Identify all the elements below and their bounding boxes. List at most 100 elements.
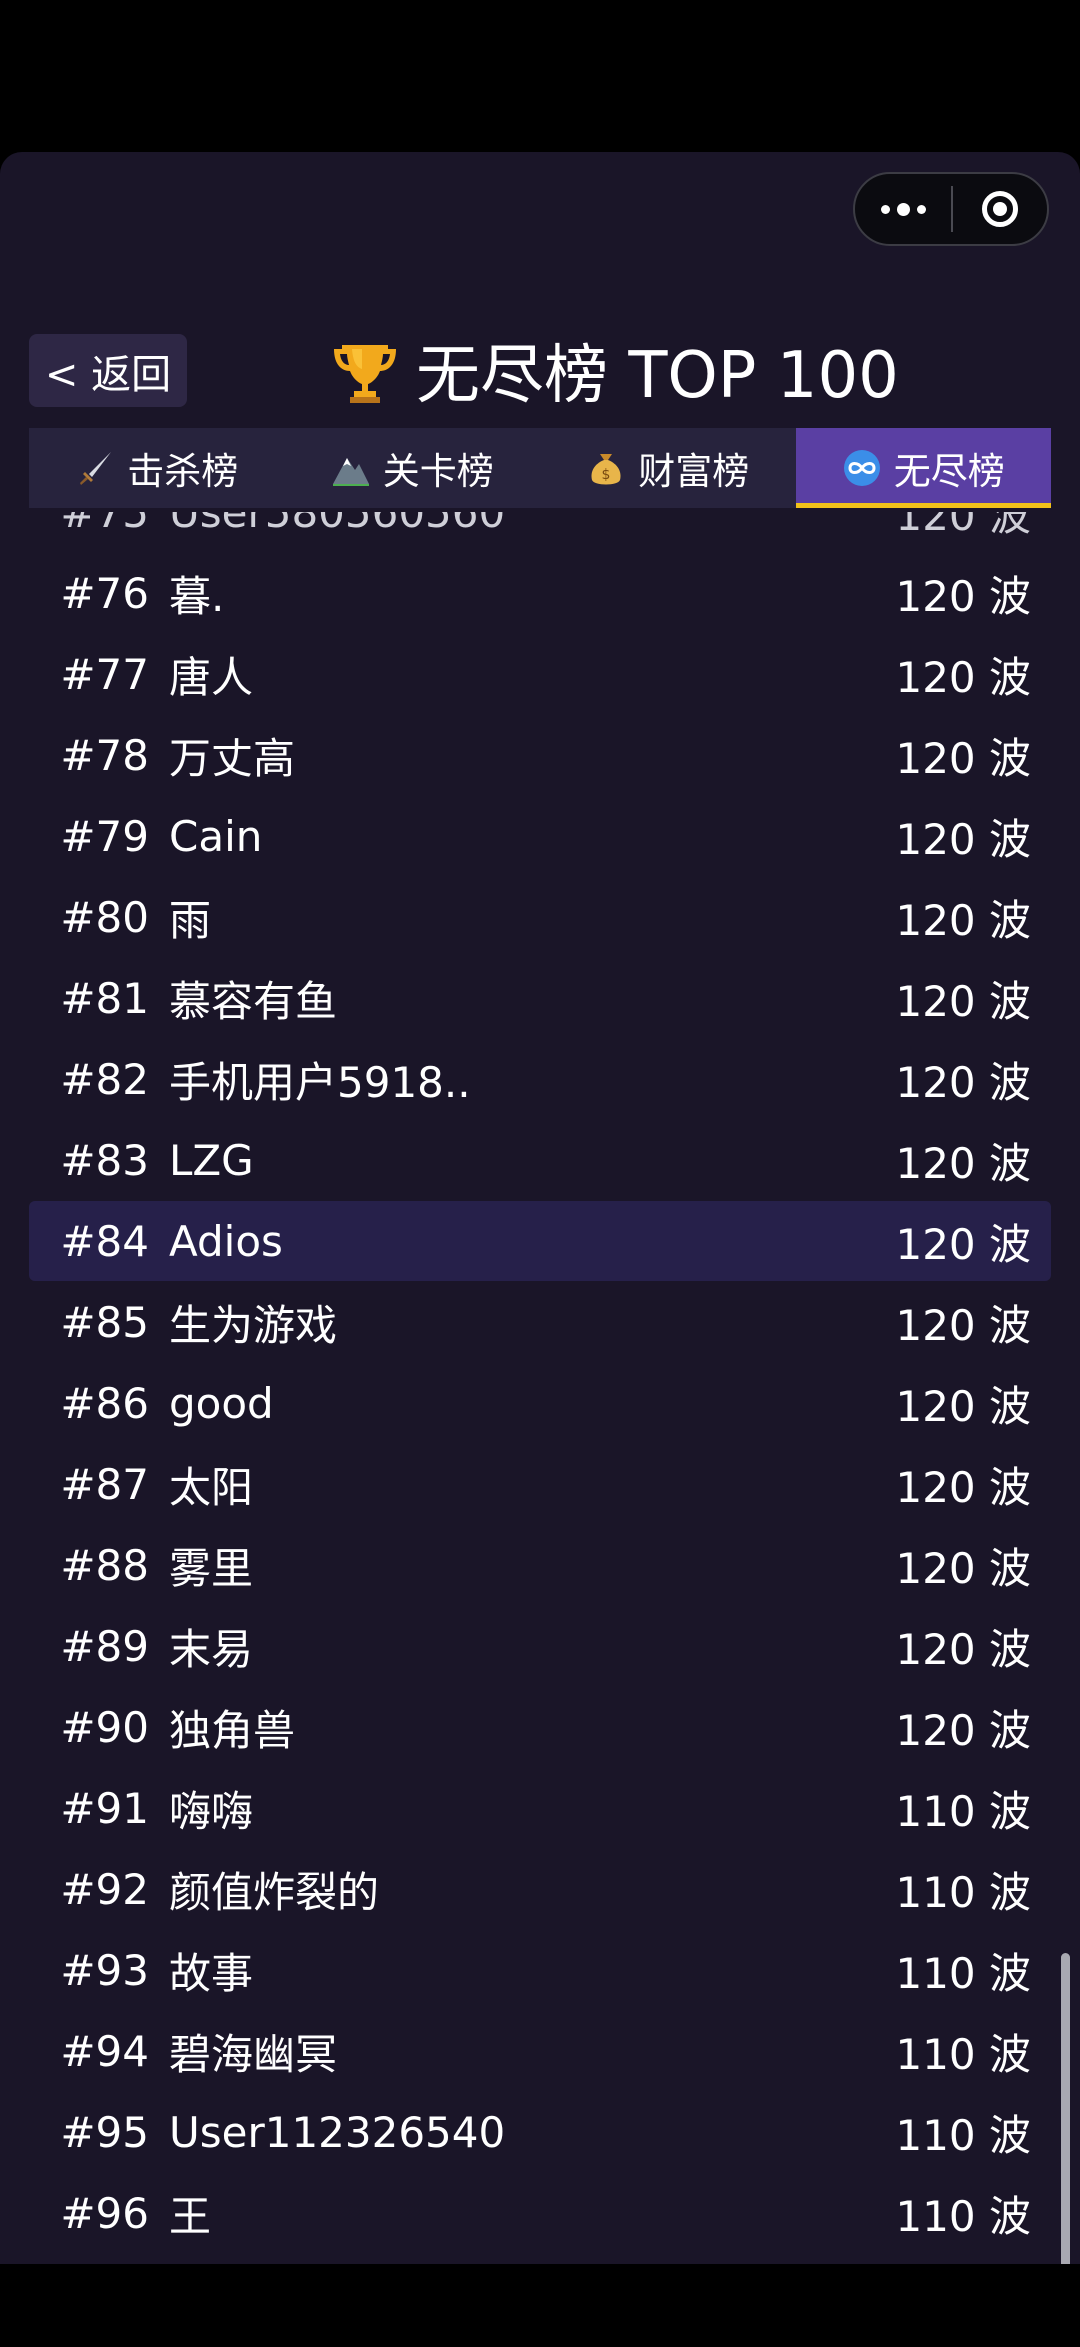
player-name: 手机用户5918.. [169, 1057, 471, 1107]
rank: #86 [60, 1378, 149, 1428]
player-name: 王 [169, 2191, 212, 2241]
player-name: 颜值炸裂的 [169, 1867, 380, 1917]
player-name: 万丈高 [169, 733, 296, 783]
rank: #84 [60, 1216, 149, 1266]
player-name: 碧海幽冥 [169, 2029, 338, 2079]
wave-score: 120 波 [895, 1219, 1031, 1269]
rank: #89 [60, 1621, 149, 1671]
rank: #87 [60, 1459, 149, 1509]
player-name: 末易 [169, 1624, 254, 1674]
mountain-icon [332, 458, 369, 486]
player-name: 雨 [169, 895, 212, 945]
leaderboard-list[interactable]: #75 User580560560 120 波 #76 暮. 120 波 #77 唐人 1… [29, 512, 1051, 2264]
wave-score: 120 波 [895, 1057, 1031, 1107]
list-item: #87 太阳 120 波 [29, 1444, 1051, 1524]
list-item: #76 暮. 120 波 [29, 553, 1051, 633]
list-item: #94 碧海幽冥 110 波 [29, 2011, 1051, 2091]
wave-score: 120 波 [895, 976, 1031, 1026]
rank: #77 [60, 649, 149, 699]
wave-score: 110 波 [895, 1867, 1031, 1917]
rank: #92 [60, 1864, 149, 1914]
wave-score: 120 波 [895, 733, 1031, 783]
player-name: 雾里 [169, 1543, 254, 1593]
list-item: #92 颜值炸裂的 110 波 [29, 1849, 1051, 1929]
wave-score: 120 波 [895, 652, 1031, 702]
wave-score: 110 波 [895, 1948, 1031, 1998]
player-name: LZG [169, 1135, 254, 1185]
list-item: #96 王 110 波 [29, 2173, 1051, 2253]
rank: #79 [60, 811, 149, 861]
wave-score: 110 波 [895, 2029, 1031, 2079]
wave-score: 120 波 [895, 1381, 1031, 1431]
tab-bar: 击杀榜 关卡榜 $ 财富榜 无尽榜 [29, 428, 1051, 508]
tab-endless[interactable]: 无尽榜 [795, 428, 1051, 508]
wave-score: 120 波 [895, 1543, 1031, 1593]
rank: #90 [60, 1702, 149, 1752]
wave-score: 110 波 [895, 2110, 1031, 2160]
money-bag-icon: $ [591, 454, 621, 485]
list-item: #88 雾里 120 波 [29, 1525, 1051, 1605]
list-item: #80 雨 120 波 [29, 877, 1051, 957]
rank: #93 [60, 1945, 149, 1995]
wave-score: 120 波 [895, 1624, 1031, 1674]
player-name: 嗨嗨 [169, 1786, 254, 1836]
rank: #80 [60, 892, 149, 942]
more-button[interactable] [855, 174, 951, 244]
scrollbar[interactable] [1061, 1953, 1070, 2264]
back-button[interactable]: < 返回 [29, 334, 187, 407]
rank: #85 [60, 1297, 149, 1347]
rank: #81 [60, 973, 149, 1023]
title-text: 无尽榜 TOP 100 [416, 339, 899, 413]
list-item: #77 唐人 120 波 [29, 634, 1051, 714]
rank: #76 [60, 568, 149, 618]
tab-wealth[interactable]: $ 财富榜 [540, 428, 796, 508]
app-window: < 返回 无尽榜 TOP 100 击杀榜 关卡榜 $ 财富榜 无尽榜 #75 U… [0, 152, 1080, 2264]
player-name: 生为游戏 [169, 1300, 338, 1350]
tab-kills[interactable]: 击杀榜 [29, 428, 285, 508]
trophy-icon [334, 345, 396, 403]
list-item: #90 独角兽 120 波 [29, 1687, 1051, 1767]
tab-label: 击杀榜 [127, 450, 239, 493]
rank: #91 [60, 1783, 149, 1833]
list-item: #84 Adios 120 波 [29, 1201, 1051, 1281]
tab-levels[interactable]: 关卡榜 [285, 428, 541, 508]
player-name: User112326540 [169, 2107, 506, 2157]
ellipsis-icon [880, 202, 926, 216]
player-name: 独角兽 [169, 1705, 296, 1755]
list-item: #86 good 120 波 [29, 1363, 1051, 1443]
list-item: #95 User112326540 110 波 [29, 2092, 1051, 2172]
rank: #78 [60, 730, 149, 780]
tab-label: 财富榜 [638, 450, 750, 493]
list-item: #79 Cain 120 波 [29, 796, 1051, 876]
wave-score: 120 波 [895, 512, 1031, 540]
list-item: #78 万丈高 120 波 [29, 715, 1051, 795]
rank: #88 [60, 1540, 149, 1590]
player-name: Cain [169, 811, 263, 861]
player-name: 故事 [169, 1948, 254, 1998]
list-item: #91 嗨嗨 110 波 [29, 1768, 1051, 1848]
wave-score: 120 波 [895, 895, 1031, 945]
close-button[interactable] [953, 174, 1047, 244]
tab-label: 关卡榜 [382, 450, 494, 493]
dagger-icon [80, 452, 112, 485]
player-name: User580560560 [169, 512, 506, 537]
rank: #82 [60, 1054, 149, 1104]
wave-score: 120 波 [895, 571, 1031, 621]
rank: #95 [60, 2107, 149, 2157]
page-title: 无尽榜 TOP 100 [330, 330, 899, 413]
svg-text:$: $ [602, 467, 611, 483]
wave-score: 120 波 [895, 1462, 1031, 1512]
rank: #83 [60, 1135, 149, 1185]
player-name: 唐人 [169, 652, 254, 702]
player-name: 慕容有鱼 [169, 976, 338, 1026]
wave-score: 110 波 [895, 2191, 1031, 2241]
list-item: #75 User580560560 120 波 [29, 512, 1051, 552]
wave-score: 120 波 [895, 1138, 1031, 1188]
player-name: good [169, 1378, 274, 1428]
wave-score: 110 波 [895, 1786, 1031, 1836]
rank: #96 [60, 2188, 149, 2238]
rank: #75 [60, 512, 149, 537]
tab-label: 无尽榜 [893, 450, 1005, 493]
list-item: #93 故事 110 波 [29, 1930, 1051, 2010]
player-name: 太阳 [169, 1462, 254, 1512]
